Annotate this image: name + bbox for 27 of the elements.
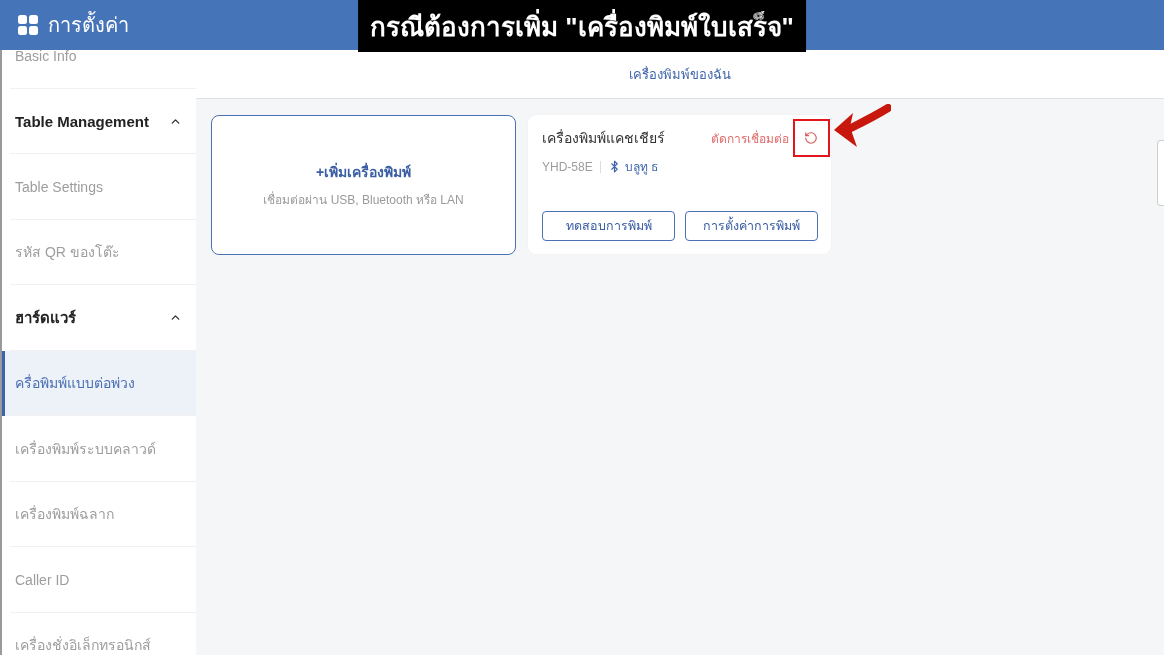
highlight-frame	[793, 119, 830, 157]
header-title: การตั้งค่า	[48, 9, 129, 41]
sidebar-item[interactable]: เครื่องชั่งอิเล็กทรอนิกส์	[2, 612, 196, 655]
refresh-icon	[804, 131, 818, 145]
add-printer-card[interactable]: +เพิ่มเครื่องพิมพ์ เชื่อมต่อผ่าน USB, Bluetooth หรือ LAN	[211, 115, 516, 255]
connection-type: บลูทู ธ	[624, 159, 659, 176]
sidebar-item[interactable]: เครื่องพิมพ์ระบบคลาวด์	[2, 416, 196, 482]
sidebar-item[interactable]: เครื่องพิมพ์ฉลาก	[2, 481, 196, 547]
tab[interactable]: เครื่องพิมพ์ของฉัน	[621, 57, 739, 91]
print-action-button[interactable]: ทดสอบการพิมพ์	[542, 211, 675, 241]
add-printer-label: +เพิ่มเครื่องพิมพ์	[315, 161, 412, 182]
connection-hint: เชื่อมต่อผ่าน USB, Bluetooth หรือ LAN	[263, 190, 464, 209]
sidebar-item[interactable]: Caller ID	[2, 547, 196, 613]
video-caption: กรณีต้องการเพิ่ม "เครื่องพิมพ์ใบเสร็จ"	[358, 0, 806, 52]
sidebar-item[interactable]: ครื่อพิมพ์แบบต่อพ่วง	[2, 350, 196, 416]
sidebar-item[interactable]: Basic Info	[2, 50, 196, 89]
printer-model: YHD-58E	[542, 159, 593, 174]
pointer-arrow	[833, 104, 891, 150]
sidebar-group-header[interactable]: Table Management	[2, 88, 196, 154]
edge-handle[interactable]	[1157, 140, 1164, 206]
print-action-button[interactable]: การตั้งค่าการพิมพ์	[685, 211, 818, 241]
sidebar-item[interactable]: Table Settings	[2, 154, 196, 220]
printer-name: เครื่องพิมพ์แคชเชียร์	[542, 128, 665, 148]
disconnect-link[interactable]: ตัดการเชื่อมต่อ	[711, 128, 818, 148]
sidebar-group-header[interactable]: ฮาร์ดแวร์	[2, 285, 196, 351]
grid-icon	[18, 15, 38, 35]
sidebar-item[interactable]: รหัส QR ของโต๊ะ	[2, 219, 196, 285]
